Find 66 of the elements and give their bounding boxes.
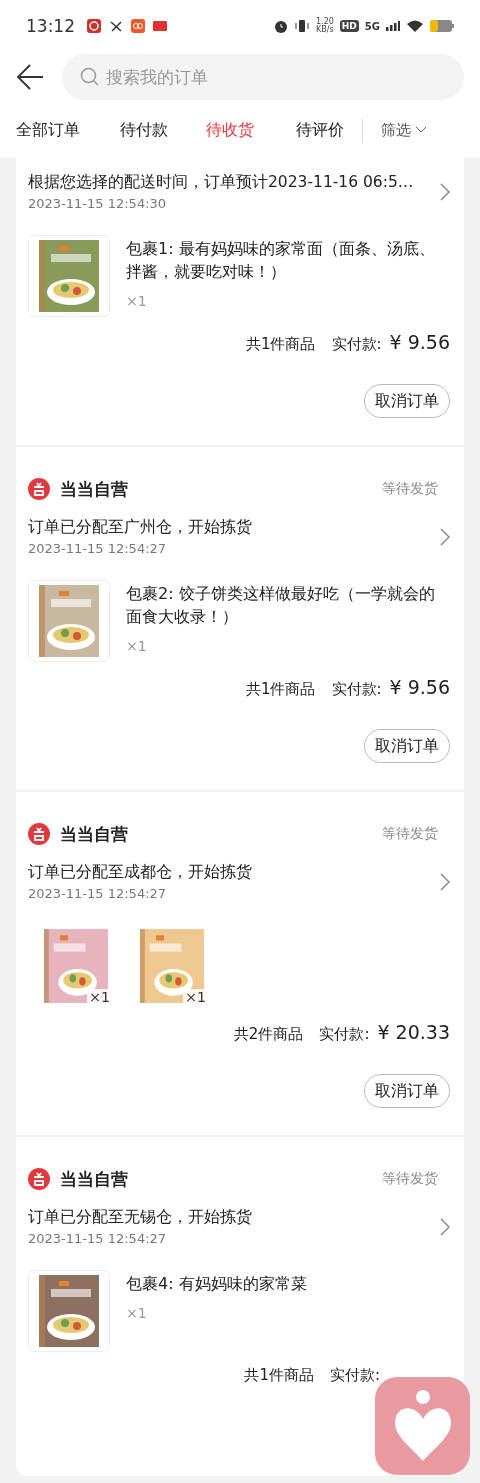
- order-date: 2023-11-15 12:54:27: [28, 541, 168, 556]
- product-quantity: ×1: [87, 989, 112, 1005]
- wifi-icon: [406, 19, 424, 33]
- order-price: ¥ 20.33: [377, 1021, 450, 1043]
- logistics-message: 订单已分配至广州仓，开始拣货: [28, 517, 253, 538]
- cancel-order-button[interactable]: 取消订单: [364, 729, 450, 763]
- product-title[interactable]: 包裹4: 有妈妈味的家常菜: [126, 1272, 307, 1295]
- product-quantity: ×1: [126, 638, 148, 654]
- heart-person-icon: [392, 1389, 453, 1463]
- store-logo-icon: [28, 823, 50, 845]
- search-icon: [80, 67, 100, 87]
- item-count: 共1件商品: [245, 680, 316, 699]
- product-title[interactable]: 包裹1: 最有妈妈味的家常面（面条、汤底、拌酱，就要吃对味！）: [126, 237, 450, 283]
- vibrate-icon: [294, 19, 310, 33]
- store-name: 当当自营: [60, 1167, 128, 1191]
- order-status: 等待发货: [382, 480, 438, 498]
- chevron-right-icon[interactable]: [440, 1217, 450, 1236]
- search-field[interactable]: 搜索我的订单: [62, 54, 464, 100]
- cancel-order-button[interactable]: 取消订单: [364, 384, 450, 418]
- order-tab[interactable]: 全部订单: [16, 119, 80, 141]
- chevron-right-icon[interactable]: [440, 182, 450, 201]
- back-icon[interactable]: [16, 63, 44, 91]
- app-icon: [109, 19, 123, 33]
- order-date: 2023-11-15 12:54:27: [28, 886, 168, 901]
- app-icon: [153, 21, 167, 31]
- app-icon: [87, 19, 101, 33]
- logistics-message: 订单已分配至无锡仓，开始拣货: [28, 1207, 253, 1228]
- clock-time: 13:12: [26, 16, 75, 36]
- logistics-message: 根据您选择的配送时间，订单预计2023-11-16 06:5…: [28, 172, 415, 193]
- network-type: 5G: [364, 20, 380, 32]
- order-date: 2023-11-15 12:54:27: [28, 1231, 168, 1246]
- logistics-message: 订单已分配至成都仓，开始拣货: [28, 862, 253, 883]
- order-price: ¥ 9.56: [389, 676, 450, 698]
- product-title[interactable]: 包裹2: 饺子饼类这样做最好吃（一学就会的面食大收录！）: [126, 582, 450, 628]
- item-count: 共1件商品: [244, 1366, 314, 1385]
- store-name: 当当自营: [60, 477, 128, 501]
- order-tab[interactable]: 待收货: [206, 119, 254, 141]
- item-count: 共2件商品: [233, 1025, 304, 1044]
- product-quantity: ×1: [183, 989, 208, 1005]
- order-price: ¥ 9.56: [389, 331, 450, 353]
- alarm-icon: [274, 19, 288, 33]
- chevron-right-icon[interactable]: [440, 872, 450, 891]
- battery-icon: [430, 20, 454, 32]
- price-label: 实付款:: [331, 680, 382, 699]
- item-count: 共1件商品: [245, 335, 316, 354]
- filter-button[interactable]: 筛选: [381, 120, 427, 140]
- order-status: 等待发货: [382, 825, 438, 843]
- order-date: 2023-11-15 12:54:30: [28, 196, 168, 211]
- product-quantity: ×1: [126, 1305, 148, 1321]
- product-quantity: ×1: [126, 293, 148, 309]
- app-icon: [131, 19, 145, 33]
- network-speed: 1.20 KB/s: [316, 18, 334, 34]
- price-label: 实付款:: [329, 1366, 380, 1385]
- signal-icon: [386, 21, 400, 31]
- hd-indicator: HD: [339, 20, 359, 32]
- price-label: 实付款:: [319, 1025, 370, 1044]
- order-tab[interactable]: 待评价: [296, 119, 344, 141]
- chevron-right-icon[interactable]: [440, 527, 450, 546]
- store-logo-icon: [28, 478, 50, 500]
- order-tab[interactable]: 待付款: [120, 119, 168, 141]
- store-logo-icon: [28, 1168, 50, 1190]
- order-status: 等待发货: [382, 1170, 438, 1188]
- price-label: 实付款:: [331, 335, 382, 354]
- chevron-down-icon: [415, 126, 427, 134]
- cancel-order-button[interactable]: 取消订单: [364, 1074, 450, 1108]
- store-name: 当当自营: [60, 822, 128, 846]
